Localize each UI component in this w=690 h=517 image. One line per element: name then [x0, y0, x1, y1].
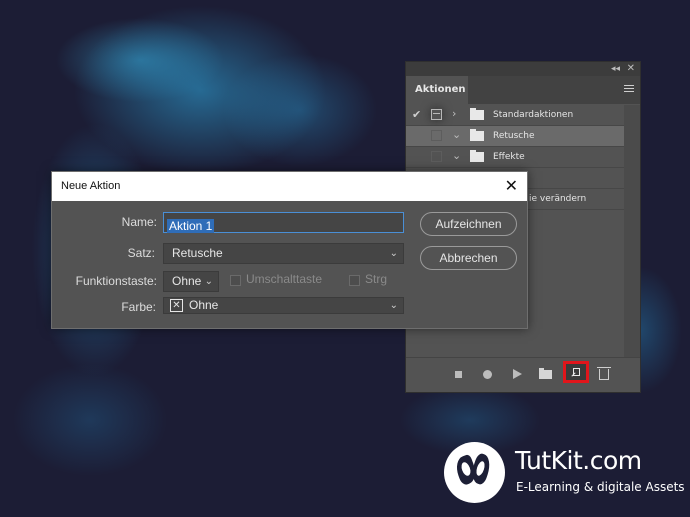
checkmark-icon[interactable]: ✔ — [412, 108, 421, 121]
name-label: Name: — [121, 215, 157, 229]
panel-menu-icon[interactable] — [624, 85, 634, 94]
chevron-down-icon[interactable]: ⌄ — [452, 149, 461, 162]
trash-icon[interactable] — [597, 367, 611, 380]
record-icon[interactable] — [483, 370, 492, 379]
action-set-row-effekte[interactable]: ⌄ Effekte — [406, 147, 624, 168]
farbe-label: Farbe: — [121, 300, 156, 314]
chevron-down-icon: ⌄ — [204, 276, 213, 287]
farbe-value: Ohne — [189, 298, 219, 312]
action-set-label: Effekte — [493, 152, 525, 162]
chevron-right-icon[interactable]: › — [452, 107, 456, 120]
action-set-row-standardaktionen[interactable]: ✔ › Standardaktionen — [406, 105, 624, 126]
cancel-button[interactable]: Abbrechen — [420, 246, 517, 270]
umschalttaste-checkbox[interactable] — [230, 275, 241, 286]
record-button[interactable]: Aufzeichnen — [420, 212, 517, 236]
dialog-titlebar: Neue Aktion ✕ — [52, 172, 527, 201]
scrollbar[interactable] — [624, 105, 640, 357]
checkbox-toggle[interactable] — [431, 151, 442, 162]
panel-topbar: ◂◂ ✕ — [406, 62, 640, 76]
folder-icon — [470, 150, 484, 162]
tab-aktionen[interactable]: Aktionen — [406, 76, 468, 104]
chevron-down-icon: ⌄ — [389, 248, 398, 259]
dialog-title: Neue Aktion — [61, 180, 121, 192]
action-set-label: Retusche — [493, 131, 535, 141]
action-set-row-retusche[interactable]: ⌄ Retusche — [406, 126, 624, 147]
new-set-folder-icon[interactable] — [539, 368, 552, 379]
folder-icon — [470, 108, 484, 120]
funktionstaste-select[interactable]: Ohne ⌄ — [163, 271, 219, 292]
chevron-down-icon: ⌄ — [389, 300, 398, 311]
strg-checkbox[interactable] — [349, 275, 360, 286]
folder-icon — [470, 129, 484, 141]
logo-tagline: E-Learning & digitale Assets — [516, 480, 685, 494]
close-icon[interactable]: ✕ — [505, 176, 518, 196]
new-action-dialog: Neue Aktion ✕ Name: Aktion 1 Satz: Retus… — [51, 171, 528, 329]
farbe-select[interactable]: ✕ Ohne ⌄ — [163, 297, 404, 314]
logo-name: TutKit.com — [515, 446, 642, 475]
tutkit-logo-icon — [444, 442, 505, 503]
double-chevron-icon[interactable]: ◂◂ — [611, 62, 620, 76]
action-set-label: Standardaktionen — [493, 110, 574, 120]
chevron-down-icon[interactable]: ⌄ — [452, 128, 461, 141]
checkbox-toggle[interactable] — [431, 130, 442, 141]
satz-select[interactable]: Retusche ⌄ — [163, 243, 404, 264]
no-color-icon: ✕ — [170, 299, 183, 312]
name-input[interactable]: Aktion 1 — [163, 212, 404, 233]
panel-bottom-toolbar — [406, 357, 640, 392]
panel-tabs: Aktionen — [406, 76, 640, 104]
play-icon[interactable] — [513, 369, 522, 379]
new-action-icon[interactable] — [563, 361, 589, 383]
satz-value: Retusche — [172, 246, 223, 260]
close-icon[interactable]: ✕ — [627, 62, 635, 76]
dialog-toggle-icon[interactable] — [431, 109, 442, 120]
funktionstaste-value: Ohne — [172, 274, 202, 288]
name-value: Aktion 1 — [167, 219, 215, 233]
stop-icon[interactable] — [455, 371, 462, 378]
strg-label: Strg — [365, 272, 388, 286]
satz-label: Satz: — [127, 246, 155, 260]
umschalttaste-label: Umschalttaste — [246, 272, 323, 286]
funktionstaste-label: Funktionstaste: — [75, 274, 157, 288]
action-label: ie verändern — [529, 194, 587, 204]
